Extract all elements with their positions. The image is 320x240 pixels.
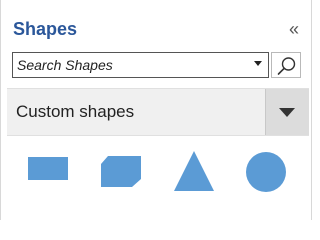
search-icon <box>277 57 296 75</box>
shape-gallery <box>1 140 313 210</box>
shape-circle[interactable] <box>244 140 302 202</box>
chevron-double-left-icon: « <box>288 19 299 39</box>
search-box <box>12 52 269 78</box>
panel-title: Shapes <box>13 19 78 39</box>
category-toggle-button[interactable] <box>265 89 309 135</box>
search-input[interactable] <box>13 53 247 77</box>
category-label: Custom shapes <box>16 102 135 121</box>
snipped-rectangle-shape-icon <box>101 156 141 187</box>
search-button[interactable] <box>271 52 301 78</box>
shapes-panel: Shapes « Custom shapes <box>0 0 312 220</box>
shape-rectangle[interactable] <box>25 140 83 202</box>
circle-shape-icon <box>246 152 286 192</box>
shape-category-dropdown[interactable]: Custom shapes <box>7 88 309 136</box>
shape-triangle[interactable] <box>171 140 229 202</box>
triangle-shape-icon <box>174 151 214 191</box>
rectangle-shape-icon <box>28 157 68 180</box>
search-dropdown-caret-icon[interactable] <box>254 61 262 66</box>
shape-snipped-rectangle[interactable] <box>98 140 156 202</box>
collapse-panel-button[interactable]: « <box>285 20 303 38</box>
caret-down-icon <box>279 108 295 117</box>
